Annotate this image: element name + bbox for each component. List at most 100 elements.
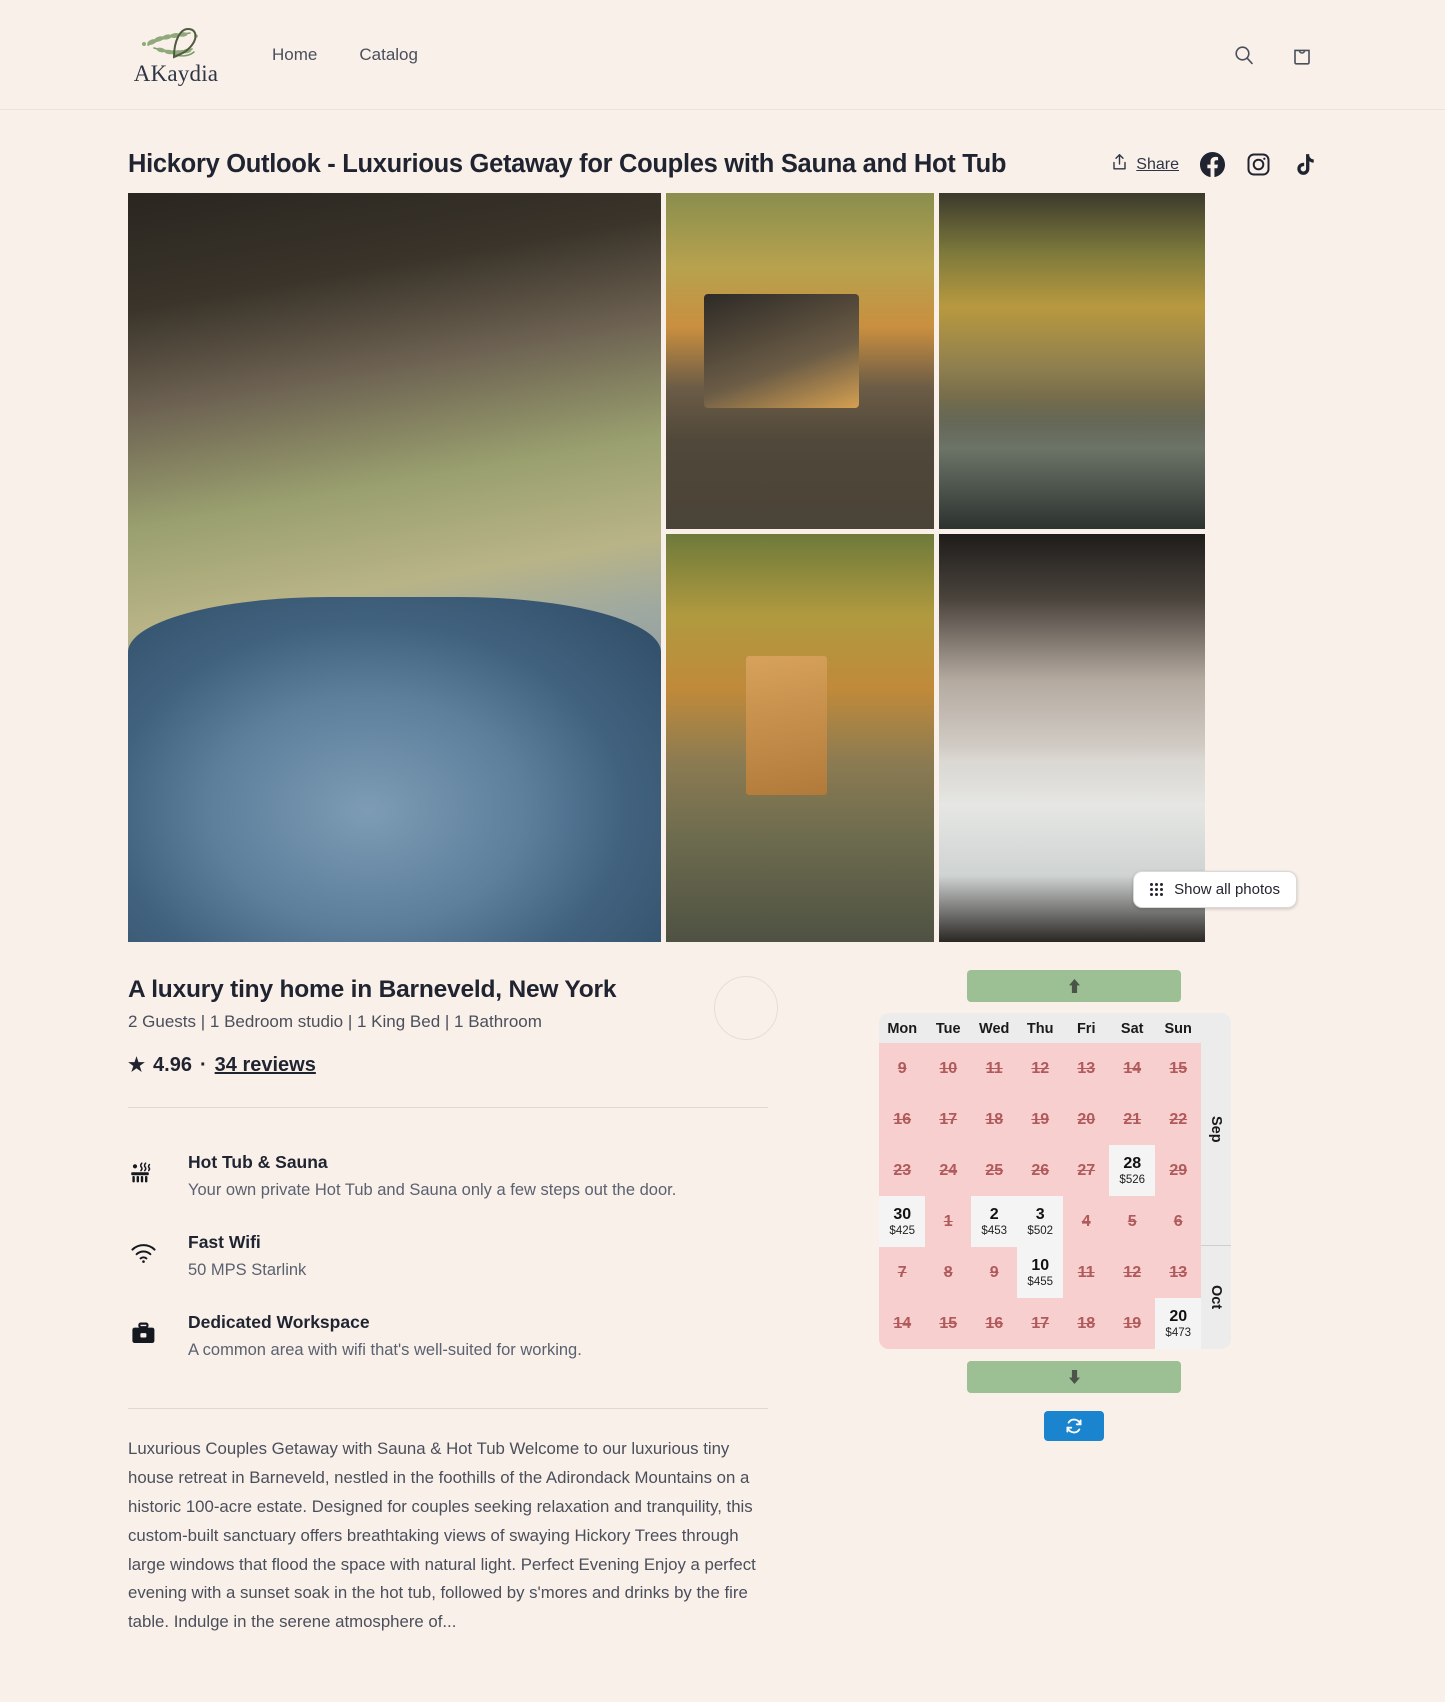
calendar-day[interactable]: 5 xyxy=(1109,1196,1155,1247)
amenity-item: Dedicated Workspace A common area with w… xyxy=(128,1298,810,1378)
calendar-day[interactable]: 4 xyxy=(1063,1196,1109,1247)
calendar-day[interactable]: 7 xyxy=(879,1247,925,1298)
calendar-day[interactable]: 9 xyxy=(879,1043,925,1094)
calendar-day[interactable]: 18 xyxy=(1063,1298,1109,1349)
page-title: Hickory Outlook - Luxurious Getaway for … xyxy=(128,150,1007,178)
calendar-day-number: 19 xyxy=(1123,1314,1142,1332)
calendar-day-number: 14 xyxy=(1123,1059,1142,1077)
show-all-photos-button[interactable]: Show all photos xyxy=(1133,871,1297,908)
calendar-day[interactable]: 27 xyxy=(1063,1145,1109,1196)
calendar-day[interactable]: 16 xyxy=(971,1298,1017,1349)
calendar-day[interactable]: 18 xyxy=(971,1094,1017,1145)
calendar-day-number: 20 xyxy=(1169,1308,1188,1325)
calendar-day[interactable]: 15 xyxy=(925,1298,971,1349)
calendar-day[interactable]: 14 xyxy=(1109,1043,1155,1094)
reviews-link[interactable]: 34 reviews xyxy=(215,1054,316,1077)
amenity-subtitle: 50 MPS Starlink xyxy=(188,1261,307,1279)
calendar-day[interactable]: 11 xyxy=(1063,1247,1109,1298)
calendar-day[interactable]: 23 xyxy=(879,1145,925,1196)
calendar-day[interactable]: 26 xyxy=(1017,1145,1063,1196)
calendar-day[interactable]: 28 $526 xyxy=(1109,1145,1156,1196)
calendar-day[interactable]: 6 xyxy=(1155,1196,1201,1247)
calendar-day-price: $425 xyxy=(889,1225,916,1237)
calendar-day-number: 2 xyxy=(989,1206,999,1223)
calendar-day[interactable]: 8 xyxy=(925,1247,971,1298)
nav-item-home[interactable]: Home xyxy=(272,45,317,65)
tiktok-icon[interactable] xyxy=(1292,152,1317,177)
share-button[interactable]: Share xyxy=(1111,153,1179,176)
photo-porch-chairs[interactable] xyxy=(939,193,1205,529)
photo-hot-tub-deck[interactable] xyxy=(128,193,661,942)
calendar-day[interactable]: 24 xyxy=(925,1145,971,1196)
photo-cabin-exterior-jeep[interactable] xyxy=(666,193,934,529)
calendar-day[interactable]: 12 xyxy=(1109,1247,1155,1298)
calendar-day-number: 13 xyxy=(1169,1263,1188,1281)
calendar-day-number: 25 xyxy=(985,1161,1004,1179)
weekday-fri: Fri xyxy=(1076,1021,1096,1037)
calendar-day-number: 10 xyxy=(1031,1257,1050,1274)
host-avatar[interactable] xyxy=(714,976,779,1040)
calendar-day[interactable]: 13 xyxy=(1063,1043,1109,1094)
calendar-day[interactable]: 11 xyxy=(971,1043,1017,1094)
calendar-day[interactable]: 9 xyxy=(971,1247,1017,1298)
calendar-day[interactable]: 10 xyxy=(925,1043,971,1094)
summary-header: A luxury tiny home in Barneveld, New Yor… xyxy=(128,976,810,1077)
calendar-scroll-down-button[interactable] xyxy=(967,1361,1182,1393)
calendar-day[interactable]: 21 xyxy=(1109,1094,1155,1145)
nav-item-catalog[interactable]: Catalog xyxy=(359,45,418,65)
brand-logo[interactable]: AKaydia xyxy=(128,23,224,87)
calendar-day[interactable]: 30 $425 xyxy=(879,1196,926,1247)
calendar-day[interactable]: 1 xyxy=(925,1196,971,1247)
amenity-subtitle: A common area with wifi that's well-suit… xyxy=(188,1341,582,1359)
calendar-day[interactable]: 29 xyxy=(1155,1145,1201,1196)
header-actions xyxy=(1229,40,1317,70)
search-icon[interactable] xyxy=(1229,40,1259,70)
calendar-day[interactable]: 19 xyxy=(1109,1298,1155,1349)
calendar-day-number: 23 xyxy=(893,1161,912,1179)
calendar-day[interactable]: 20 $473 xyxy=(1155,1298,1202,1349)
calendar-day-number: 17 xyxy=(1031,1314,1050,1332)
calendar-day-number: 8 xyxy=(943,1263,953,1281)
calendar-day-number: 7 xyxy=(897,1263,907,1281)
calendar-day-number: 26 xyxy=(1031,1161,1050,1179)
briefcase-icon xyxy=(128,1312,158,1360)
weekday-thu: Thu xyxy=(1026,1021,1054,1037)
calendar-day[interactable]: 10 $455 xyxy=(1017,1247,1064,1298)
photo-sauna-pumpkins[interactable] xyxy=(666,534,934,942)
calendar-day-number: 20 xyxy=(1077,1110,1096,1128)
amenity-item: Fast Wifi 50 MPS Starlink xyxy=(128,1218,810,1298)
calendar-refresh-button[interactable] xyxy=(1044,1411,1105,1441)
calendar-day[interactable]: 13 xyxy=(1155,1247,1201,1298)
calendar-day-number: 15 xyxy=(939,1314,958,1332)
calendar-day-number: 4 xyxy=(1081,1212,1091,1230)
facebook-icon[interactable] xyxy=(1200,152,1225,177)
calendar-day[interactable]: 19 xyxy=(1017,1094,1063,1145)
instagram-icon[interactable] xyxy=(1246,152,1271,177)
calendar-weekday-header: Mon Tue Wed Thu Fri Sat Sun xyxy=(879,1013,1202,1043)
calendar-day-number: 16 xyxy=(985,1314,1004,1332)
calendar-day[interactable]: 12 xyxy=(1017,1043,1063,1094)
cart-icon[interactable] xyxy=(1287,40,1317,70)
weekday-tue: Tue xyxy=(935,1021,961,1037)
calendar-day[interactable]: 16 xyxy=(879,1094,925,1145)
calendar-day[interactable]: 17 xyxy=(1017,1298,1063,1349)
calendar-day[interactable]: 15 xyxy=(1155,1043,1201,1094)
calendar-day-price: $473 xyxy=(1165,1327,1192,1339)
calendar-day[interactable]: 14 xyxy=(879,1298,925,1349)
details-left-column: A luxury tiny home in Barneveld, New Yor… xyxy=(128,976,810,1637)
calendar-day-number: 24 xyxy=(939,1161,958,1179)
calendar-day[interactable]: 20 xyxy=(1063,1094,1109,1145)
calendar-day[interactable]: 3 $502 xyxy=(1017,1196,1064,1247)
rating-value: 4.96 xyxy=(153,1054,192,1076)
calendar-day[interactable]: 25 xyxy=(971,1145,1017,1196)
calendar-scroll-up-button[interactable] xyxy=(967,970,1182,1002)
calendar-day-number: 5 xyxy=(1127,1212,1137,1230)
calendar-day[interactable]: 17 xyxy=(925,1094,971,1145)
share-icon xyxy=(1111,153,1128,176)
calendar-day[interactable]: 2 $453 xyxy=(971,1196,1018,1247)
calendar-month-rail: Sep Oct xyxy=(1201,1013,1232,1349)
grid-dots-icon xyxy=(1150,882,1164,897)
calendar-day-number: 13 xyxy=(1077,1059,1096,1077)
calendar-day-number: 27 xyxy=(1077,1161,1096,1179)
calendar-day[interactable]: 22 xyxy=(1155,1094,1201,1145)
